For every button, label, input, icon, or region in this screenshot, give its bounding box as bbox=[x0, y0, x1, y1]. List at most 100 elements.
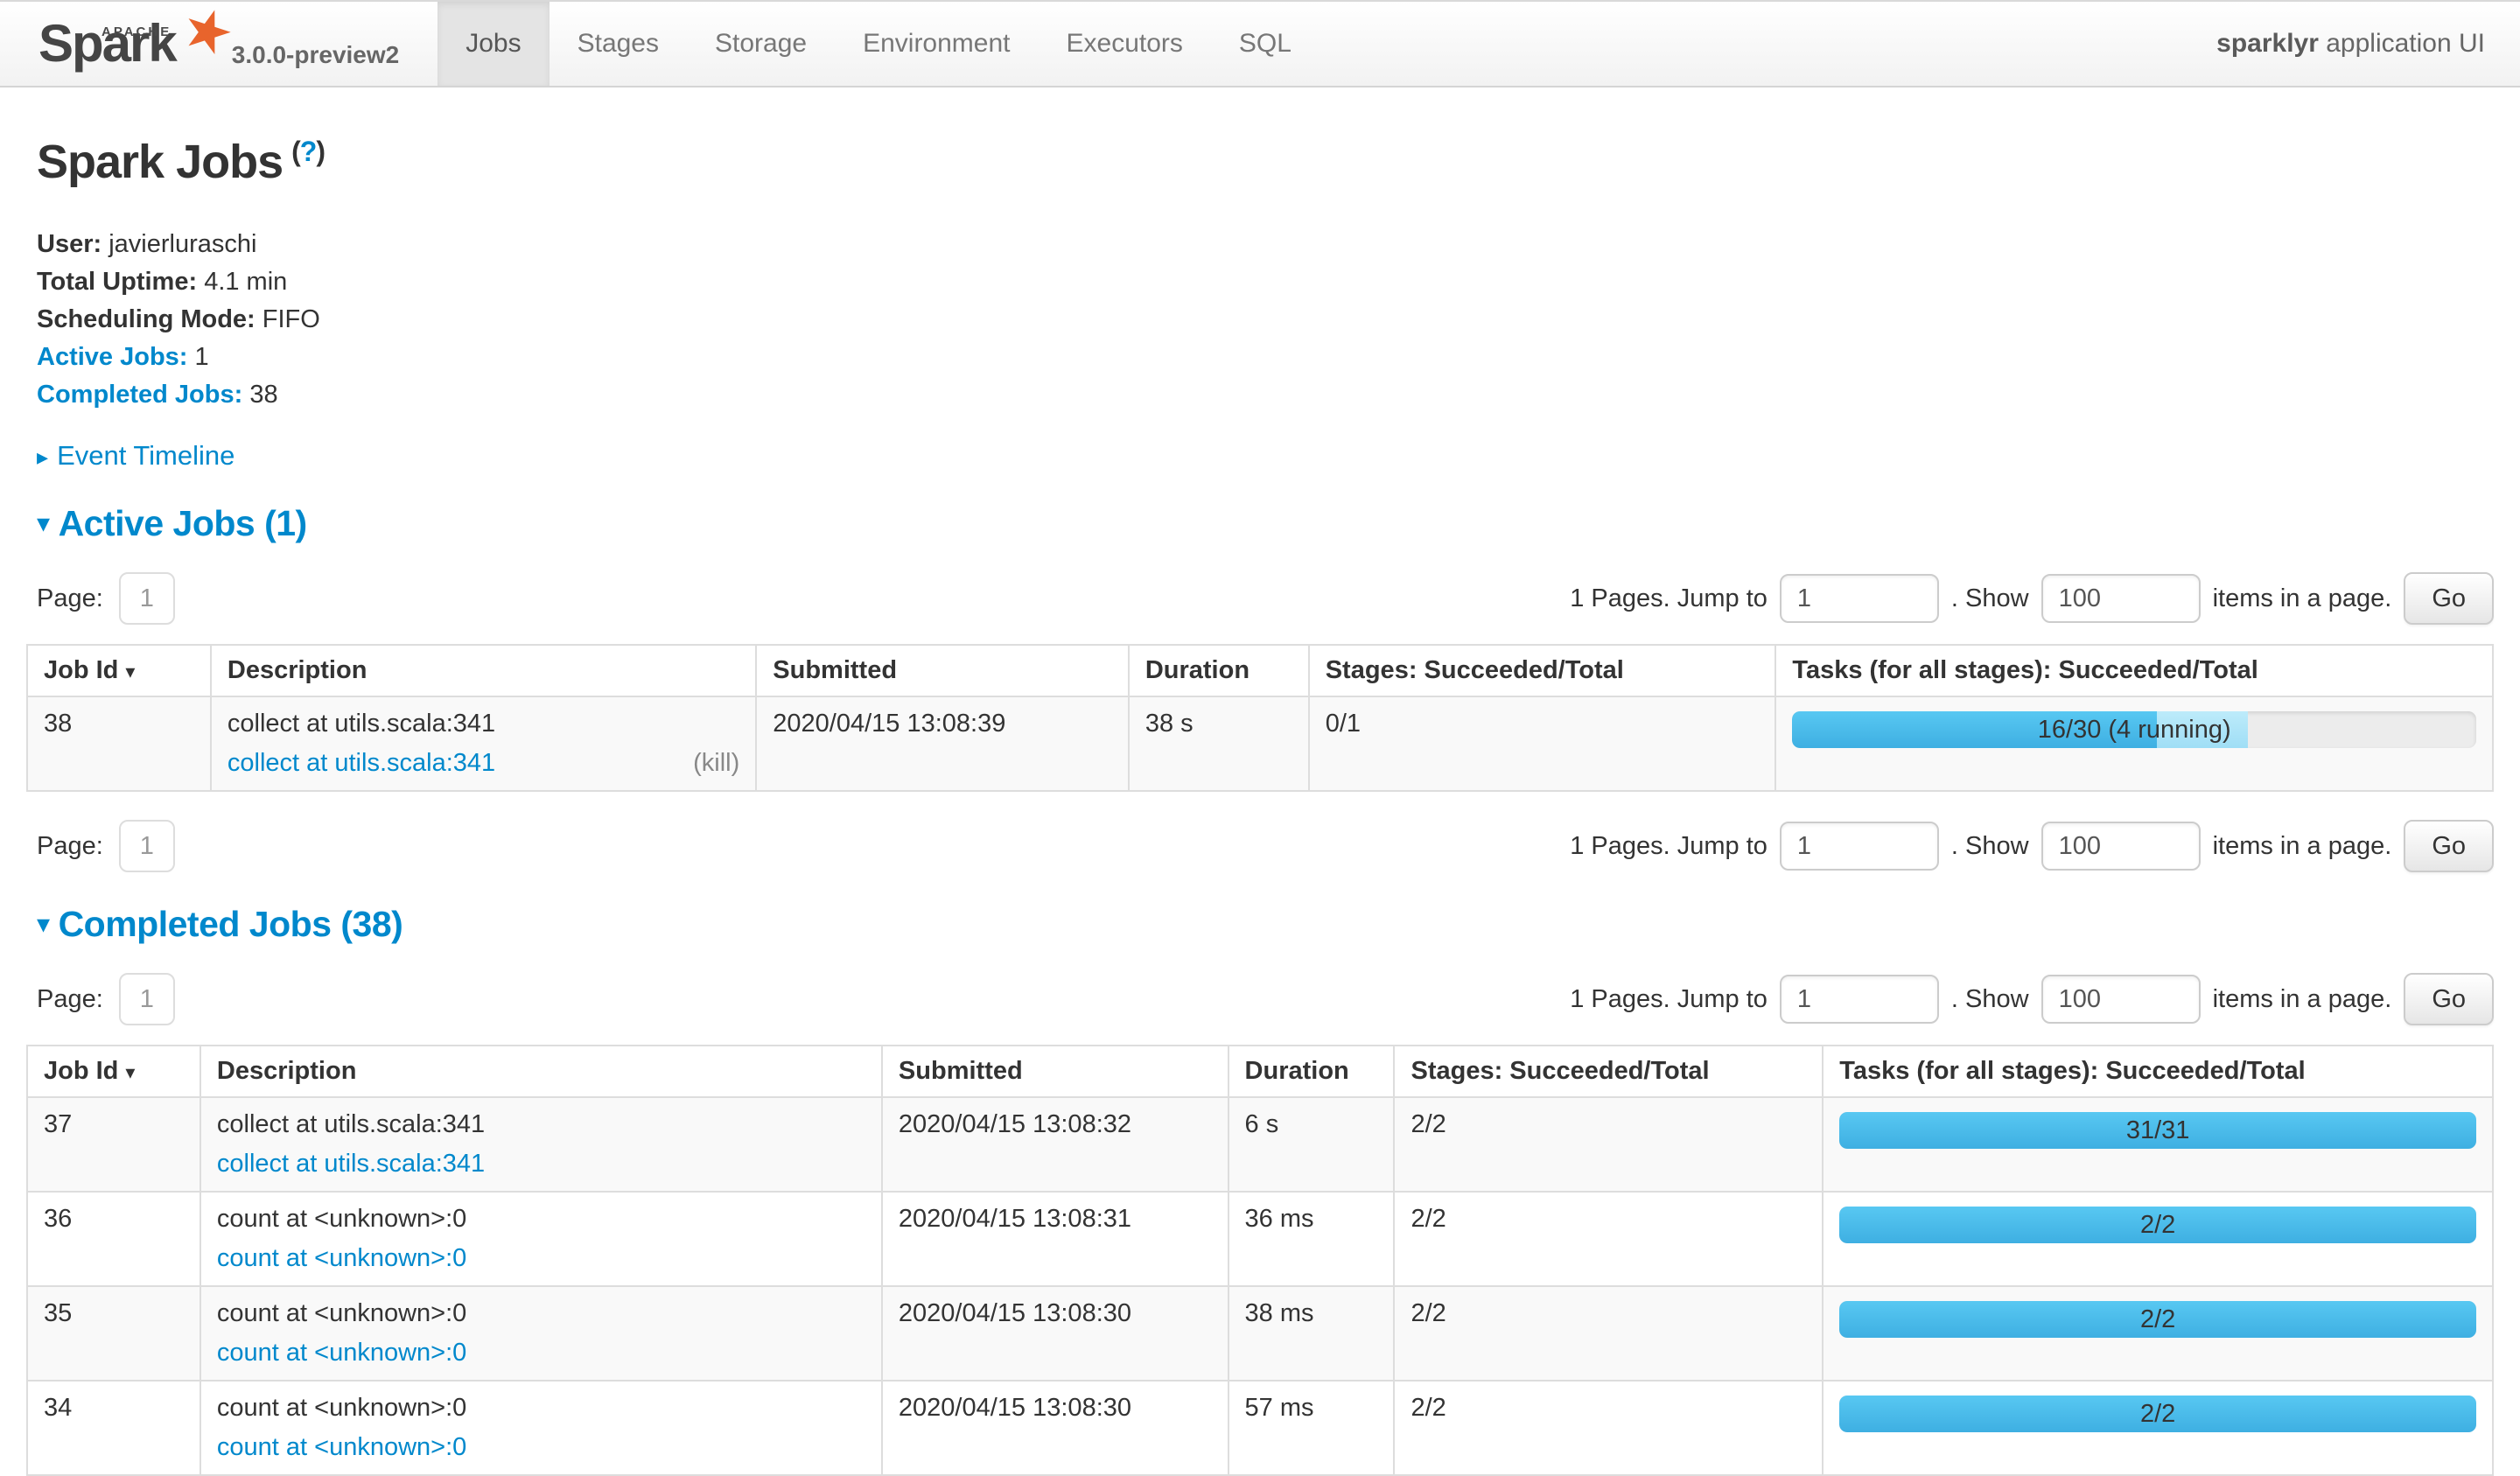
submitted-cell: 2020/04/15 13:08:39 bbox=[756, 696, 1129, 791]
table-row: 36 count at <unknown>:0 count at <unknow… bbox=[27, 1192, 2493, 1286]
duration-cell: 38 s bbox=[1129, 696, 1309, 791]
current-page-button[interactable]: 1 bbox=[119, 572, 175, 625]
submitted-cell: 2020/04/15 13:08:30 bbox=[882, 1286, 1228, 1381]
jump-to-page-input[interactable] bbox=[1780, 975, 1939, 1024]
page-label: Page: bbox=[37, 985, 103, 1014]
progress-label: 31/31 bbox=[1839, 1112, 2476, 1149]
header-tasks[interactable]: Tasks (for all stages): Succeeded/Total bbox=[1775, 645, 2493, 696]
job-id-cell: 38 bbox=[27, 696, 211, 791]
completed-jobs-pagination-top: Page: 1 1 Pages. Jump to . Show items in… bbox=[37, 973, 2494, 1025]
jump-to-page-input[interactable] bbox=[1780, 574, 1939, 623]
expand-icon: ▸ bbox=[37, 444, 48, 470]
header-stages[interactable]: Stages: Succeeded/Total bbox=[1309, 645, 1776, 696]
stages-cell: 2/2 bbox=[1394, 1286, 1823, 1381]
table-row: 34 count at <unknown>:0 count at <unknow… bbox=[27, 1381, 2493, 1475]
header-job-id[interactable]: Job Id▾ bbox=[27, 1046, 200, 1097]
header-job-id[interactable]: Job Id▾ bbox=[27, 645, 211, 696]
go-button[interactable]: Go bbox=[2404, 820, 2494, 872]
table-row: 35 count at <unknown>:0 count at <unknow… bbox=[27, 1286, 2493, 1381]
active-jobs-link[interactable]: Active Jobs: bbox=[37, 343, 187, 371]
page-size-input[interactable] bbox=[2041, 975, 2201, 1024]
sort-desc-icon: ▾ bbox=[125, 1061, 135, 1083]
items-label: items in a page. bbox=[2213, 832, 2392, 861]
application-name: sparklyr bbox=[2216, 29, 2319, 58]
submitted-cell: 2020/04/15 13:08:30 bbox=[882, 1381, 1228, 1475]
completed-jobs-heading[interactable]: ▾Completed Jobs (38) bbox=[37, 904, 2494, 945]
active-jobs-heading[interactable]: ▾Active Jobs (1) bbox=[37, 503, 2494, 544]
job-description-link[interactable]: collect at utils.scala:341 bbox=[217, 1150, 485, 1179]
kill-job-link[interactable]: (kill) bbox=[693, 749, 739, 778]
header-duration[interactable]: Duration bbox=[1228, 1046, 1395, 1097]
summary-user: User: javierluraschi bbox=[37, 226, 2494, 263]
active-jobs-pagination-bottom: Page: 1 1 Pages. Jump to . Show items in… bbox=[37, 820, 2494, 872]
jump-to-page-input[interactable] bbox=[1780, 822, 1939, 871]
collapse-icon: ▾ bbox=[37, 509, 50, 538]
tasks-cell: 2/2 bbox=[1823, 1286, 2493, 1381]
job-id-cell: 37 bbox=[27, 1097, 200, 1192]
duration-cell: 6 s bbox=[1228, 1097, 1395, 1192]
progress-label: 16/30 (4 running) bbox=[1792, 711, 2476, 748]
summary-active-jobs: Active Jobs: 1 bbox=[37, 339, 2494, 376]
header-submitted[interactable]: Submitted bbox=[756, 645, 1129, 696]
job-id-cell: 36 bbox=[27, 1192, 200, 1286]
header-description[interactable]: Description bbox=[211, 645, 756, 696]
page-label: Page: bbox=[37, 832, 103, 861]
help-link[interactable]: (?) bbox=[291, 136, 325, 167]
show-label: . Show bbox=[1951, 584, 2029, 613]
application-suffix: application UI bbox=[2319, 29, 2485, 58]
spark-brand: APACHE Spark ★ 3.0.0-preview2 bbox=[0, 2, 424, 86]
stages-cell: 2/2 bbox=[1394, 1097, 1823, 1192]
pages-info: 1 Pages. Jump to bbox=[1570, 832, 1768, 861]
active-jobs-pagination-top: Page: 1 1 Pages. Jump to . Show items in… bbox=[37, 572, 2494, 625]
table-header-row: Job Id▾ Description Submitted Duration S… bbox=[27, 1046, 2493, 1097]
spark-star-icon: ★ bbox=[174, 0, 242, 66]
tasks-progress-bar: 2/2 bbox=[1839, 1207, 2476, 1243]
job-description-link[interactable]: collect at utils.scala:341 bbox=[228, 749, 495, 778]
header-stages[interactable]: Stages: Succeeded/Total bbox=[1394, 1046, 1823, 1097]
go-button[interactable]: Go bbox=[2404, 572, 2494, 625]
table-header-row: Job Id▾ Description Submitted Duration S… bbox=[27, 645, 2493, 696]
tasks-progress-bar: 2/2 bbox=[1839, 1396, 2476, 1432]
event-timeline-toggle[interactable]: ▸Event Timeline bbox=[37, 440, 2494, 472]
current-page-button[interactable]: 1 bbox=[119, 820, 175, 872]
page-size-input[interactable] bbox=[2041, 574, 2201, 623]
description-cell: count at <unknown>:0 count at <unknown>:… bbox=[200, 1381, 882, 1475]
progress-label: 2/2 bbox=[1839, 1301, 2476, 1338]
stages-cell: 2/2 bbox=[1394, 1381, 1823, 1475]
apache-label: APACHE bbox=[102, 24, 172, 39]
go-button[interactable]: Go bbox=[2404, 973, 2494, 1025]
tab-executors[interactable]: Executors bbox=[1039, 2, 1211, 86]
job-description-link[interactable]: count at <unknown>:0 bbox=[217, 1433, 466, 1462]
spark-wordmark: Spark bbox=[38, 14, 176, 73]
stages-cell: 0/1 bbox=[1309, 696, 1776, 791]
job-description-link[interactable]: count at <unknown>:0 bbox=[217, 1339, 466, 1368]
tasks-cell: 31/31 bbox=[1823, 1097, 2493, 1192]
tab-storage[interactable]: Storage bbox=[687, 2, 835, 86]
sort-desc-icon: ▾ bbox=[125, 661, 135, 682]
page-size-input[interactable] bbox=[2041, 822, 2201, 871]
table-row: 38 collect at utils.scala:341 collect at… bbox=[27, 696, 2493, 791]
completed-jobs-table: Job Id▾ Description Submitted Duration S… bbox=[26, 1045, 2494, 1476]
completed-jobs-link[interactable]: Completed Jobs: bbox=[37, 381, 242, 409]
pager-controls: 1 Pages. Jump to . Show items in a page.… bbox=[1558, 572, 2494, 625]
header-tasks[interactable]: Tasks (for all stages): Succeeded/Total bbox=[1823, 1046, 2493, 1097]
current-page-button[interactable]: 1 bbox=[119, 973, 175, 1025]
table-row: 37 collect at utils.scala:341 collect at… bbox=[27, 1097, 2493, 1192]
header-description[interactable]: Description bbox=[200, 1046, 882, 1097]
tasks-progress-bar: 31/31 bbox=[1839, 1112, 2476, 1149]
tasks-progress-bar: 2/2 bbox=[1839, 1301, 2476, 1338]
submitted-cell: 2020/04/15 13:08:31 bbox=[882, 1192, 1228, 1286]
header-duration[interactable]: Duration bbox=[1129, 645, 1309, 696]
tab-sql[interactable]: SQL bbox=[1211, 2, 1320, 86]
job-description-link[interactable]: count at <unknown>:0 bbox=[217, 1244, 466, 1273]
summary-scheduling-mode: Scheduling Mode: FIFO bbox=[37, 301, 2494, 339]
tab-environment[interactable]: Environment bbox=[835, 2, 1038, 86]
duration-cell: 57 ms bbox=[1228, 1381, 1395, 1475]
progress-label: 2/2 bbox=[1839, 1207, 2476, 1243]
progress-label: 2/2 bbox=[1839, 1396, 2476, 1432]
tab-jobs[interactable]: Jobs bbox=[438, 2, 549, 86]
tab-stages[interactable]: Stages bbox=[550, 2, 687, 86]
tasks-cell: 16/30 (4 running) bbox=[1775, 696, 2493, 791]
header-submitted[interactable]: Submitted bbox=[882, 1046, 1228, 1097]
tasks-cell: 2/2 bbox=[1823, 1192, 2493, 1286]
